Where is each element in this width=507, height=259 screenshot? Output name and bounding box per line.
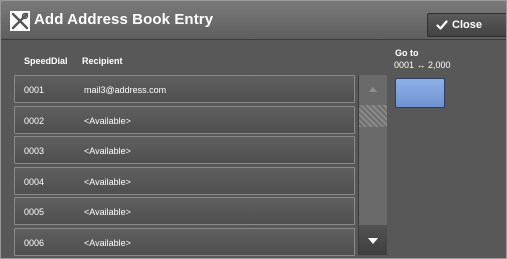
checkmark-icon bbox=[436, 20, 448, 30]
speeddial-number: 0006 bbox=[24, 238, 45, 248]
list-item[interactable]: 0006 <Available> bbox=[14, 228, 355, 256]
title-bar: Add Address Book Entry Close bbox=[1, 1, 506, 40]
recipient-name: <Available> bbox=[84, 177, 131, 187]
goto-label: Go to bbox=[395, 48, 419, 58]
list-item[interactable]: 0001 mail3@address.com bbox=[14, 75, 355, 103]
recipient-name: mail3@address.com bbox=[84, 85, 167, 95]
tools-icon bbox=[10, 11, 30, 31]
speeddial-number: 0004 bbox=[24, 177, 45, 187]
address-book-dialog: Add Address Book Entry Close SpeedDial R… bbox=[0, 0, 507, 259]
speeddial-number: 0005 bbox=[24, 207, 45, 217]
list-item[interactable]: 0002 <Available> bbox=[14, 106, 355, 134]
speeddial-number: 0003 bbox=[24, 146, 45, 156]
recipient-name: <Available> bbox=[84, 207, 131, 217]
list-scrollbar[interactable] bbox=[358, 75, 387, 255]
recipient-name: <Available> bbox=[84, 146, 131, 156]
chevron-down-icon bbox=[368, 238, 378, 244]
goto-button[interactable] bbox=[395, 78, 445, 108]
scroll-thumb[interactable] bbox=[359, 105, 387, 127]
address-list: 0001 mail3@address.com 0002 <Available> … bbox=[14, 73, 356, 258]
close-button-label: Close bbox=[452, 19, 482, 31]
list-item[interactable]: 0003 <Available> bbox=[14, 136, 355, 164]
column-header-speeddial: SpeedDial bbox=[24, 56, 68, 66]
scroll-down-button[interactable] bbox=[359, 225, 387, 255]
column-header-recipient: Recipient bbox=[82, 56, 123, 66]
speeddial-number: 0001 bbox=[24, 85, 45, 95]
close-button[interactable]: Close bbox=[427, 13, 506, 37]
page-title: Add Address Book Entry bbox=[34, 11, 214, 28]
recipient-name: <Available> bbox=[84, 238, 131, 248]
scroll-up-button[interactable] bbox=[359, 75, 387, 105]
speeddial-number: 0002 bbox=[24, 116, 45, 126]
goto-range: 0001 ↔ 2,000 bbox=[394, 60, 451, 70]
chevron-up-icon bbox=[369, 87, 377, 92]
list-item[interactable]: 0005 <Available> bbox=[14, 197, 355, 225]
list-item[interactable]: 0004 <Available> bbox=[14, 167, 355, 195]
scroll-track[interactable] bbox=[359, 127, 387, 225]
recipient-name: <Available> bbox=[84, 116, 131, 126]
